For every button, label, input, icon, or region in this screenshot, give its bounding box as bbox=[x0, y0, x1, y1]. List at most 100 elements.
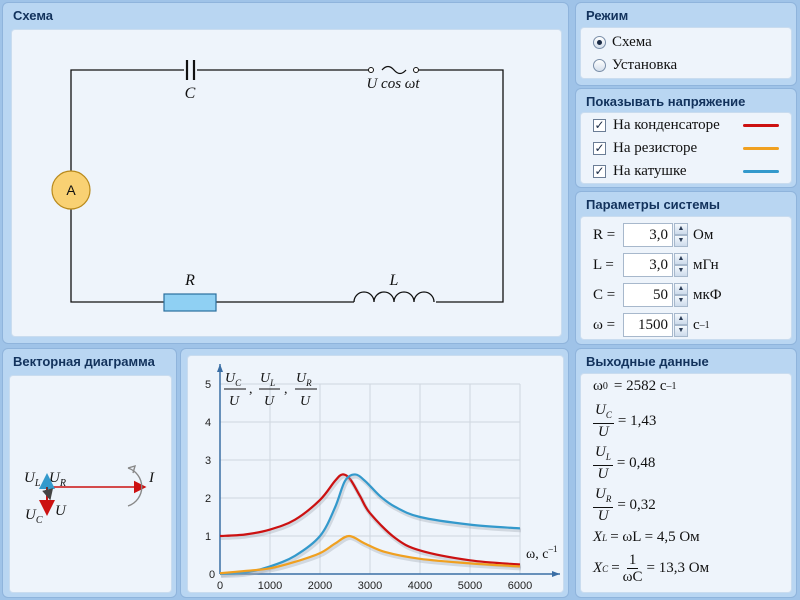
source-label: U cos ωt bbox=[366, 76, 420, 92]
resistor-color-swatch bbox=[743, 147, 779, 150]
param-c-spinner[interactable]: ▲ ▼ bbox=[674, 283, 688, 307]
mode-option-label: Схема bbox=[612, 33, 652, 50]
output-xc: XC = 1 ωC = 13,3 Ом bbox=[593, 552, 710, 585]
wire-left-top bbox=[70, 69, 184, 190]
checkbox-inductor-voltage[interactable]: ✓ На катушке bbox=[593, 161, 687, 181]
param-unit: с bbox=[693, 316, 700, 333]
omega0-sub: 0 bbox=[602, 381, 608, 392]
xl-label: X bbox=[593, 529, 603, 545]
xc-label: X bbox=[593, 560, 603, 576]
mode-panel-title: Режим bbox=[586, 8, 629, 23]
system-params-fields: R = 3,0 ▲ ▼ Ом L = 3,0 ▲ ▼ мГн C = 50 ▲ ▼ м… bbox=[580, 216, 792, 340]
system-params-panel-title: Параметры системы bbox=[586, 197, 721, 212]
source-terminal-left bbox=[368, 67, 374, 73]
svg-text:UL: UL bbox=[260, 371, 275, 388]
scheme-panel: Схема A C U cos ωt R L bbox=[2, 2, 569, 344]
xc-frac-num: 1 bbox=[626, 552, 639, 569]
x-tick-label: 3000 bbox=[358, 580, 382, 592]
chart-canvas: 0 1000 2000 3000 4000 5000 6000 1 2 3 4 5 0 UC U , U… bbox=[187, 355, 564, 593]
y-tick-label: 4 bbox=[205, 417, 211, 429]
svg-text:,: , bbox=[284, 382, 288, 397]
param-c-input[interactable]: 50 bbox=[623, 283, 673, 307]
param-r-spinner[interactable]: ▲ ▼ bbox=[674, 223, 688, 247]
spin-up-icon[interactable]: ▲ bbox=[674, 313, 688, 325]
radio-selected-icon[interactable] bbox=[593, 35, 606, 49]
source-terminal-right bbox=[413, 67, 419, 73]
circuit-diagram: A C U cos ωt R L bbox=[51, 60, 504, 312]
svg-text:UR: UR bbox=[49, 470, 66, 489]
param-label: ω = bbox=[593, 316, 616, 333]
checkbox-checked-icon[interactable]: ✓ bbox=[593, 141, 606, 155]
circuit-canvas: A C U cos ωt R L bbox=[11, 29, 562, 337]
param-omega-input[interactable]: 1500 bbox=[623, 313, 673, 337]
ul-ratio-den: U bbox=[597, 466, 609, 482]
spin-down-icon[interactable]: ▼ bbox=[674, 325, 688, 337]
output-values: ω0 = 2582 с –1 UC U = 1,43 UL U = 0,48 UR U … bbox=[580, 373, 792, 593]
param-l-spinner[interactable]: ▲ ▼ bbox=[674, 253, 688, 277]
spin-down-icon[interactable]: ▼ bbox=[674, 265, 688, 277]
ul-ratio-value: = 0,48 bbox=[616, 454, 656, 471]
ur-label-sub: R bbox=[59, 478, 66, 489]
mode-option-label: Установка bbox=[612, 56, 678, 73]
x-tick-label: 5000 bbox=[458, 580, 482, 592]
spin-up-icon[interactable]: ▲ bbox=[674, 283, 688, 295]
resonance-chart-panel: 0 1000 2000 3000 4000 5000 6000 1 2 3 4 5 0 UC U , U… bbox=[180, 348, 569, 598]
uc-label-sub: C bbox=[36, 515, 43, 526]
show-voltage-panel-title: Показывать напряжение bbox=[586, 94, 746, 109]
show-voltage-panel: Показывать напряжение ✓ На конденсаторе … bbox=[575, 88, 797, 188]
chart-x-axis-title: ω, с–1 bbox=[526, 544, 557, 562]
source-wave bbox=[381, 65, 407, 75]
show-voltage-options: ✓ На конденсаторе ✓ На резисторе ✓ На ка… bbox=[580, 112, 792, 184]
mode-option-setup[interactable]: Установка bbox=[593, 55, 677, 75]
y-tick-label: 3 bbox=[205, 455, 211, 467]
omega0-value: = 2582 с bbox=[613, 378, 667, 394]
mode-option-scheme[interactable]: Схема bbox=[593, 32, 652, 52]
spin-down-icon[interactable]: ▼ bbox=[674, 295, 688, 307]
xl-value: = ωL = 4,5 Ом bbox=[610, 529, 700, 545]
uc-ratio-den: U bbox=[598, 424, 609, 440]
origin-label: 0 bbox=[209, 569, 215, 581]
param-omega-spinner[interactable]: ▲ ▼ bbox=[674, 313, 688, 337]
ul-ratio-num: U bbox=[595, 444, 606, 460]
uc-ratio-num: U bbox=[595, 402, 606, 418]
vector-diagram-panel-title: Векторная диаграмма bbox=[13, 354, 155, 369]
svg-text:UC: UC bbox=[225, 371, 242, 388]
checkbox-resistor-voltage[interactable]: ✓ На резисторе bbox=[593, 138, 697, 158]
spin-up-icon[interactable]: ▲ bbox=[674, 223, 688, 235]
output-ur-ratio: UR U = 0,32 bbox=[593, 486, 656, 524]
spin-down-icon[interactable]: ▼ bbox=[674, 235, 688, 247]
svg-text:U: U bbox=[264, 394, 275, 409]
param-label: R = bbox=[593, 226, 616, 243]
param-r-input[interactable]: 3,0 bbox=[623, 223, 673, 247]
checkbox-label: На конденсаторе bbox=[613, 116, 720, 133]
spin-up-icon[interactable]: ▲ bbox=[674, 253, 688, 265]
mode-panel: Режим Схема Установка bbox=[575, 2, 797, 86]
param-unit-exponent: –1 bbox=[699, 319, 710, 331]
param-row-l: L = 3,0 ▲ ▼ мГн bbox=[593, 252, 719, 278]
xl-sub: L bbox=[602, 532, 608, 543]
param-l-input[interactable]: 3,0 bbox=[623, 253, 673, 277]
y-tick-label: 5 bbox=[205, 379, 211, 391]
resonance-chart: 0 1000 2000 3000 4000 5000 6000 1 2 3 4 5 0 UC U , U… bbox=[205, 364, 560, 592]
checkbox-capacitor-voltage[interactable]: ✓ На конденсаторе bbox=[593, 115, 720, 135]
svg-text:UR: UR bbox=[296, 371, 312, 388]
checkbox-checked-icon[interactable]: ✓ bbox=[593, 164, 606, 178]
x-axis-arrow-icon bbox=[552, 571, 560, 577]
ammeter-label: A bbox=[66, 182, 76, 198]
param-row-r: R = 3,0 ▲ ▼ Ом bbox=[593, 222, 713, 248]
xc-sub: C bbox=[602, 563, 609, 574]
ul-ratio-num-sub: L bbox=[605, 452, 611, 462]
xc-frac-den: ωC bbox=[622, 569, 643, 585]
vector-diagram-panel: Векторная диаграмма UL UR UC U I bbox=[2, 348, 177, 598]
checkbox-checked-icon[interactable]: ✓ bbox=[593, 118, 606, 132]
ur-ratio-num: U bbox=[595, 486, 606, 502]
checkbox-label: На катушке bbox=[613, 162, 687, 179]
ur-ratio-num-sub: R bbox=[605, 494, 612, 504]
ur-ratio-den: U bbox=[597, 508, 609, 524]
param-row-c: C = 50 ▲ ▼ мкФ bbox=[593, 282, 722, 308]
svg-text:UC: UC bbox=[25, 507, 43, 526]
param-row-omega: ω = 1500 ▲ ▼ с –1 bbox=[593, 312, 710, 338]
x-tick-label: 1000 bbox=[258, 580, 282, 592]
radio-unselected-icon[interactable] bbox=[593, 58, 606, 72]
output-uc-ratio: UC U = 1,43 bbox=[593, 402, 656, 440]
